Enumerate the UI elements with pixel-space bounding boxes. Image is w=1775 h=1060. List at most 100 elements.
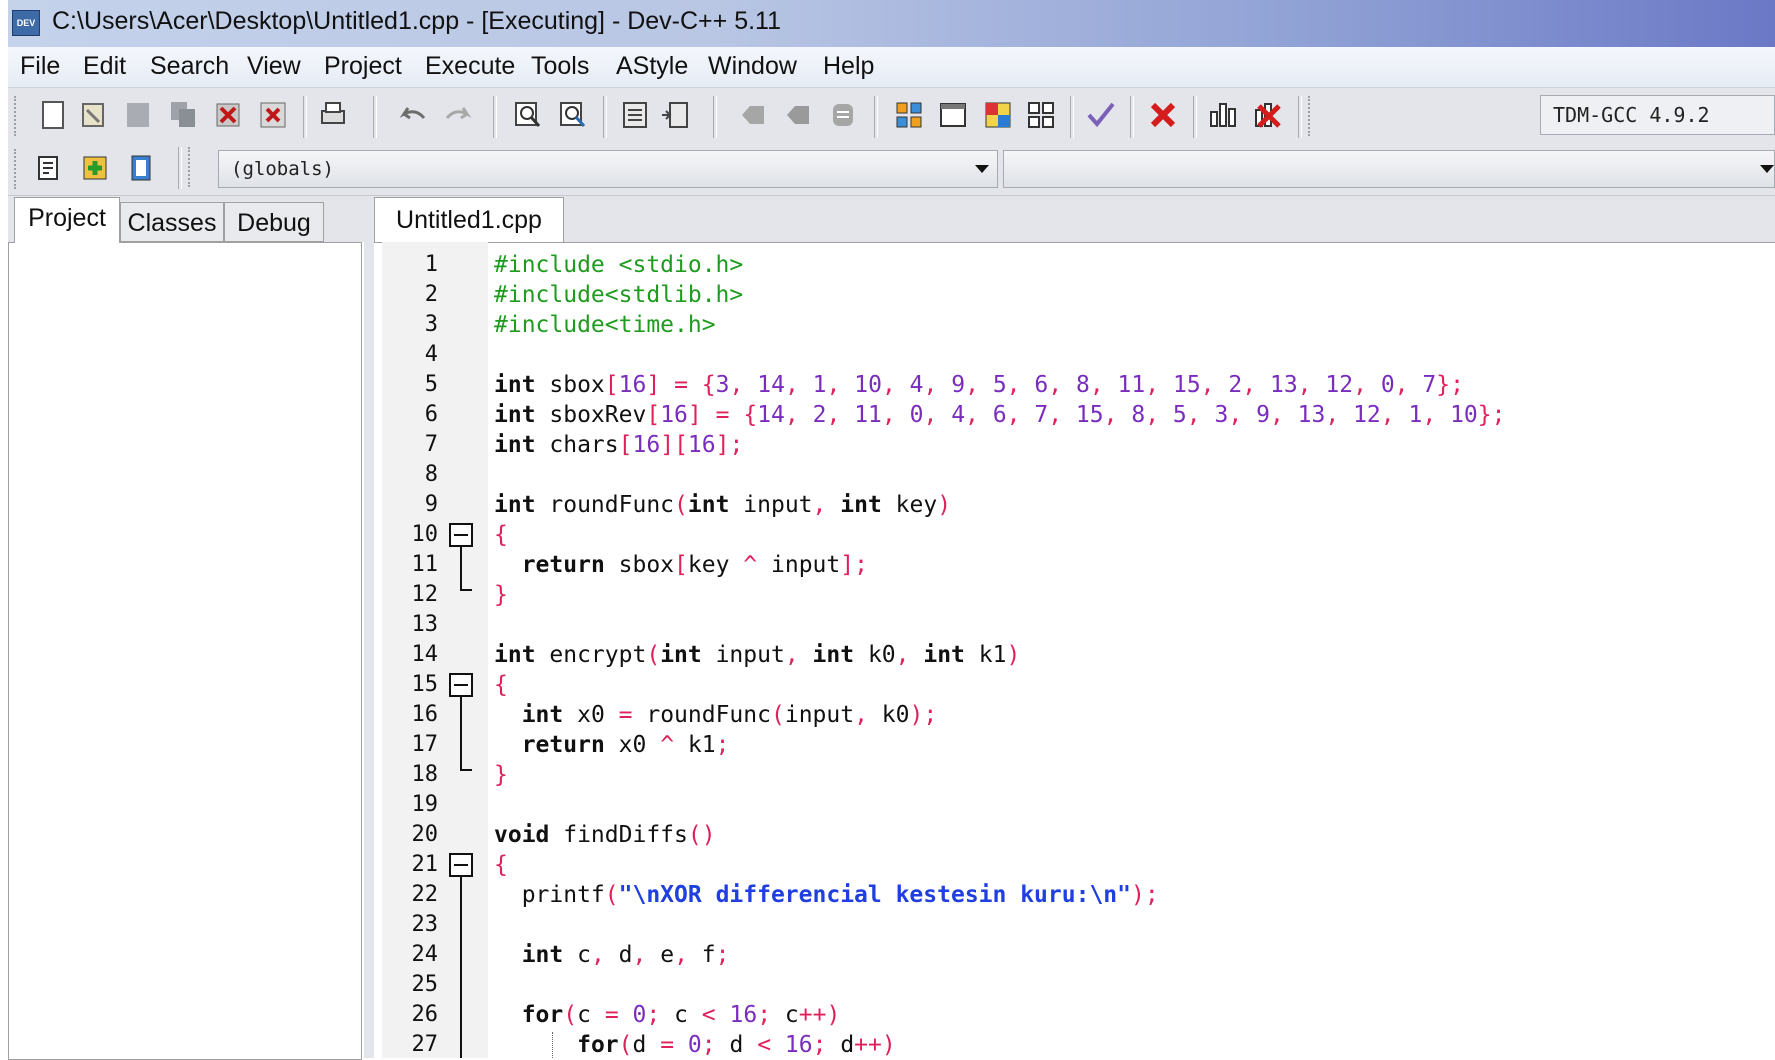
project-tree[interactable] xyxy=(8,242,362,1060)
toolbar-separator xyxy=(178,147,182,189)
fold-toggle-icon[interactable] xyxy=(449,523,473,547)
menu-search[interactable]: Search xyxy=(150,52,229,81)
fold-end xyxy=(460,769,472,771)
menu-window[interactable]: Window xyxy=(708,52,797,81)
print-icon[interactable] xyxy=(318,100,348,130)
new-project-icon[interactable] xyxy=(33,153,63,183)
toolbar-separator xyxy=(713,96,717,138)
fold-line xyxy=(460,697,462,770)
tab-debug[interactable]: Debug xyxy=(224,202,324,242)
line-number: 16 xyxy=(411,702,439,727)
fold-toggle-icon[interactable] xyxy=(449,853,473,877)
line-number: 26 xyxy=(411,1002,439,1027)
redo-icon[interactable] xyxy=(443,100,473,130)
line-number: 14 xyxy=(411,642,439,667)
tab-project[interactable]: Project xyxy=(14,197,120,243)
stop-execution-icon[interactable] xyxy=(1148,100,1178,130)
tab-classes[interactable]: Classes xyxy=(120,202,224,242)
menu-file[interactable]: File xyxy=(20,52,60,81)
toolbar-separator xyxy=(1193,96,1197,138)
chevron-down-icon[interactable] xyxy=(975,165,989,173)
undo-icon[interactable] xyxy=(398,100,428,130)
fold-line xyxy=(460,547,462,590)
delete-profile-icon[interactable] xyxy=(1253,100,1283,130)
code-line: for(c = 0; c < 16; c++) xyxy=(521,1002,841,1028)
line-number: 13 xyxy=(411,612,439,637)
save-all-icon[interactable] xyxy=(168,100,198,130)
comment-icon[interactable] xyxy=(828,100,858,130)
code-line: #include <stdio.h> xyxy=(494,252,744,278)
line-number: 22 xyxy=(411,882,439,907)
line-number: 15 xyxy=(411,672,439,697)
fold-line xyxy=(460,877,462,1058)
open-icon[interactable] xyxy=(78,100,108,130)
compile-run-icon[interactable] xyxy=(983,100,1013,130)
toolbar-separator xyxy=(603,96,607,138)
code-line: int roundFunc(int input, int key) xyxy=(494,492,952,518)
fold-toggle-icon[interactable] xyxy=(449,673,473,697)
code-line: int encrypt(int input, int k0, int k1) xyxy=(494,642,1021,668)
line-number: 18 xyxy=(411,762,439,787)
chevron-down-icon[interactable] xyxy=(1760,165,1774,173)
line-number: 2 xyxy=(424,282,438,307)
menu-astyle[interactable]: AStyle xyxy=(616,52,688,81)
line-number: 17 xyxy=(411,732,439,757)
toolbar-separator xyxy=(1070,96,1074,138)
save-icon[interactable] xyxy=(123,100,153,130)
line-number: 24 xyxy=(411,942,439,967)
indent-icon[interactable] xyxy=(660,100,690,130)
line-number: 12 xyxy=(411,582,439,607)
menu-bar: File Edit Search View Project Execute To… xyxy=(8,47,1775,87)
goto-line-icon[interactable] xyxy=(620,100,650,130)
fold-end xyxy=(460,589,472,591)
function-select[interactable] xyxy=(1003,150,1775,188)
add-to-project-icon[interactable] xyxy=(80,153,110,183)
line-number: 11 xyxy=(411,552,439,577)
code-line: } xyxy=(494,582,508,608)
compile-icon[interactable] xyxy=(894,100,924,130)
menu-tools[interactable]: Tools xyxy=(531,52,589,81)
menu-project[interactable]: Project xyxy=(324,52,402,81)
code-line: #include<time.h> xyxy=(494,312,716,338)
toolbar-grip[interactable] xyxy=(14,96,22,136)
goto-bookmark-icon[interactable] xyxy=(783,100,813,130)
code-line: { xyxy=(494,672,508,698)
close-file-icon[interactable] xyxy=(213,100,243,130)
scope-select[interactable]: (globals) xyxy=(218,150,998,188)
line-number: 19 xyxy=(411,792,439,817)
remove-from-project-icon[interactable] xyxy=(126,153,156,183)
menu-help[interactable]: Help xyxy=(823,52,874,81)
line-number: 4 xyxy=(424,342,438,367)
line-number: 20 xyxy=(411,822,439,847)
menu-view[interactable]: View xyxy=(247,52,301,81)
profile-icon[interactable] xyxy=(1208,100,1238,130)
rebuild-icon[interactable] xyxy=(1026,100,1056,130)
toolbar-grip[interactable] xyxy=(14,149,22,189)
toolbar-grip[interactable] xyxy=(1308,96,1316,136)
line-number: 25 xyxy=(411,972,439,997)
line-number: 6 xyxy=(424,402,438,427)
compiler-select[interactable]: TDM-GCC 4.9.2 xyxy=(1540,95,1775,135)
app-icon: DEV xyxy=(12,10,40,36)
editor-tabs xyxy=(374,196,1775,242)
line-number: 5 xyxy=(424,372,438,397)
code-line: int sbox[16] = {3, 14, 1, 10, 4, 9, 5, 6… xyxy=(494,372,1464,398)
close-all-icon[interactable] xyxy=(258,100,288,130)
toggle-bookmark-icon[interactable] xyxy=(738,100,768,130)
find-icon[interactable] xyxy=(513,100,543,130)
new-file-icon[interactable] xyxy=(38,100,68,130)
toolbar-grip[interactable] xyxy=(188,147,196,187)
toolbar-separator xyxy=(493,96,497,138)
replace-icon[interactable] xyxy=(558,100,588,130)
tab-untitled1[interactable]: Untitled1.cpp xyxy=(374,197,564,243)
menu-edit[interactable]: Edit xyxy=(83,52,126,81)
toolbar-separator xyxy=(1298,96,1302,138)
code-line: return sbox[key ^ input]; xyxy=(521,552,868,578)
code-line: { xyxy=(494,522,508,548)
panel-splitter[interactable] xyxy=(364,196,374,1058)
menu-execute[interactable]: Execute xyxy=(425,52,515,81)
syntax-check-icon[interactable] xyxy=(1086,100,1116,130)
line-number: 9 xyxy=(424,492,438,517)
line-number: 3 xyxy=(424,312,438,337)
run-icon[interactable] xyxy=(938,100,968,130)
